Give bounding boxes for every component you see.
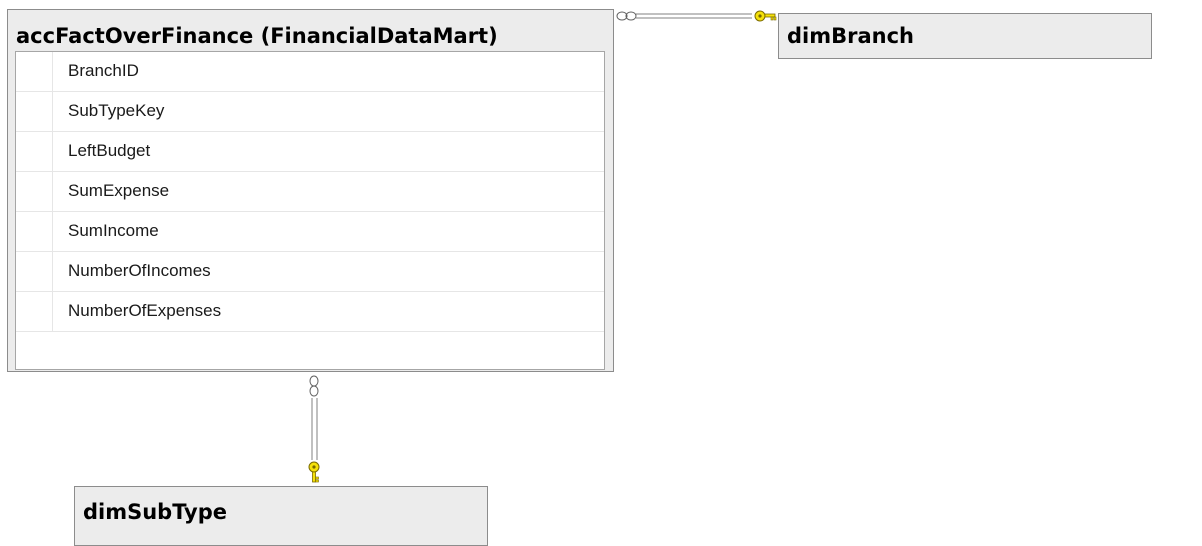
fact-table-title: accFactOverFinance (FinancialDataMart) — [16, 24, 498, 48]
dim-branch-title: dimBranch — [787, 24, 914, 48]
column-name: SumIncome — [68, 221, 159, 240]
column-name: LeftBudget — [68, 141, 151, 160]
many-infinity-icon — [616, 11, 637, 21]
many-infinity-icon — [309, 375, 319, 397]
dim-table-dim-branch[interactable]: dimBranch — [778, 13, 1152, 59]
fact-table-column-grid: BranchID SubTypeKey LeftBudget SumExpens… — [15, 51, 605, 370]
column-name: SubTypeKey — [68, 101, 165, 120]
column-row-branch-id[interactable]: BranchID — [16, 52, 604, 92]
column-name: BranchID — [68, 61, 139, 80]
fact-table-acc-fact-over-finance[interactable]: accFactOverFinance (FinancialDataMart) B… — [7, 9, 614, 372]
column-name: NumberOfIncomes — [68, 261, 211, 280]
column-row-left-budget[interactable]: LeftBudget — [16, 132, 604, 172]
column-row-number-of-expenses[interactable]: NumberOfExpenses — [16, 292, 604, 332]
dim-table-dim-sub-type[interactable]: dimSubType — [74, 486, 488, 546]
dim-sub-type-title: dimSubType — [83, 500, 228, 524]
column-row-sum-income[interactable]: SumIncome — [16, 212, 604, 252]
relationship-fact-to-dim-branch[interactable] — [616, 10, 777, 22]
primary-key-icon — [754, 10, 777, 22]
column-row-number-of-incomes[interactable]: NumberOfIncomes — [16, 252, 604, 292]
primary-key-icon — [308, 461, 320, 483]
column-name: SumExpense — [68, 181, 170, 200]
column-row-sum-expense[interactable]: SumExpense — [16, 172, 604, 212]
column-row-sub-type-key[interactable]: SubTypeKey — [16, 92, 604, 132]
column-name: NumberOfExpenses — [68, 301, 222, 320]
relationship-fact-to-dim-sub-type[interactable] — [308, 375, 320, 483]
